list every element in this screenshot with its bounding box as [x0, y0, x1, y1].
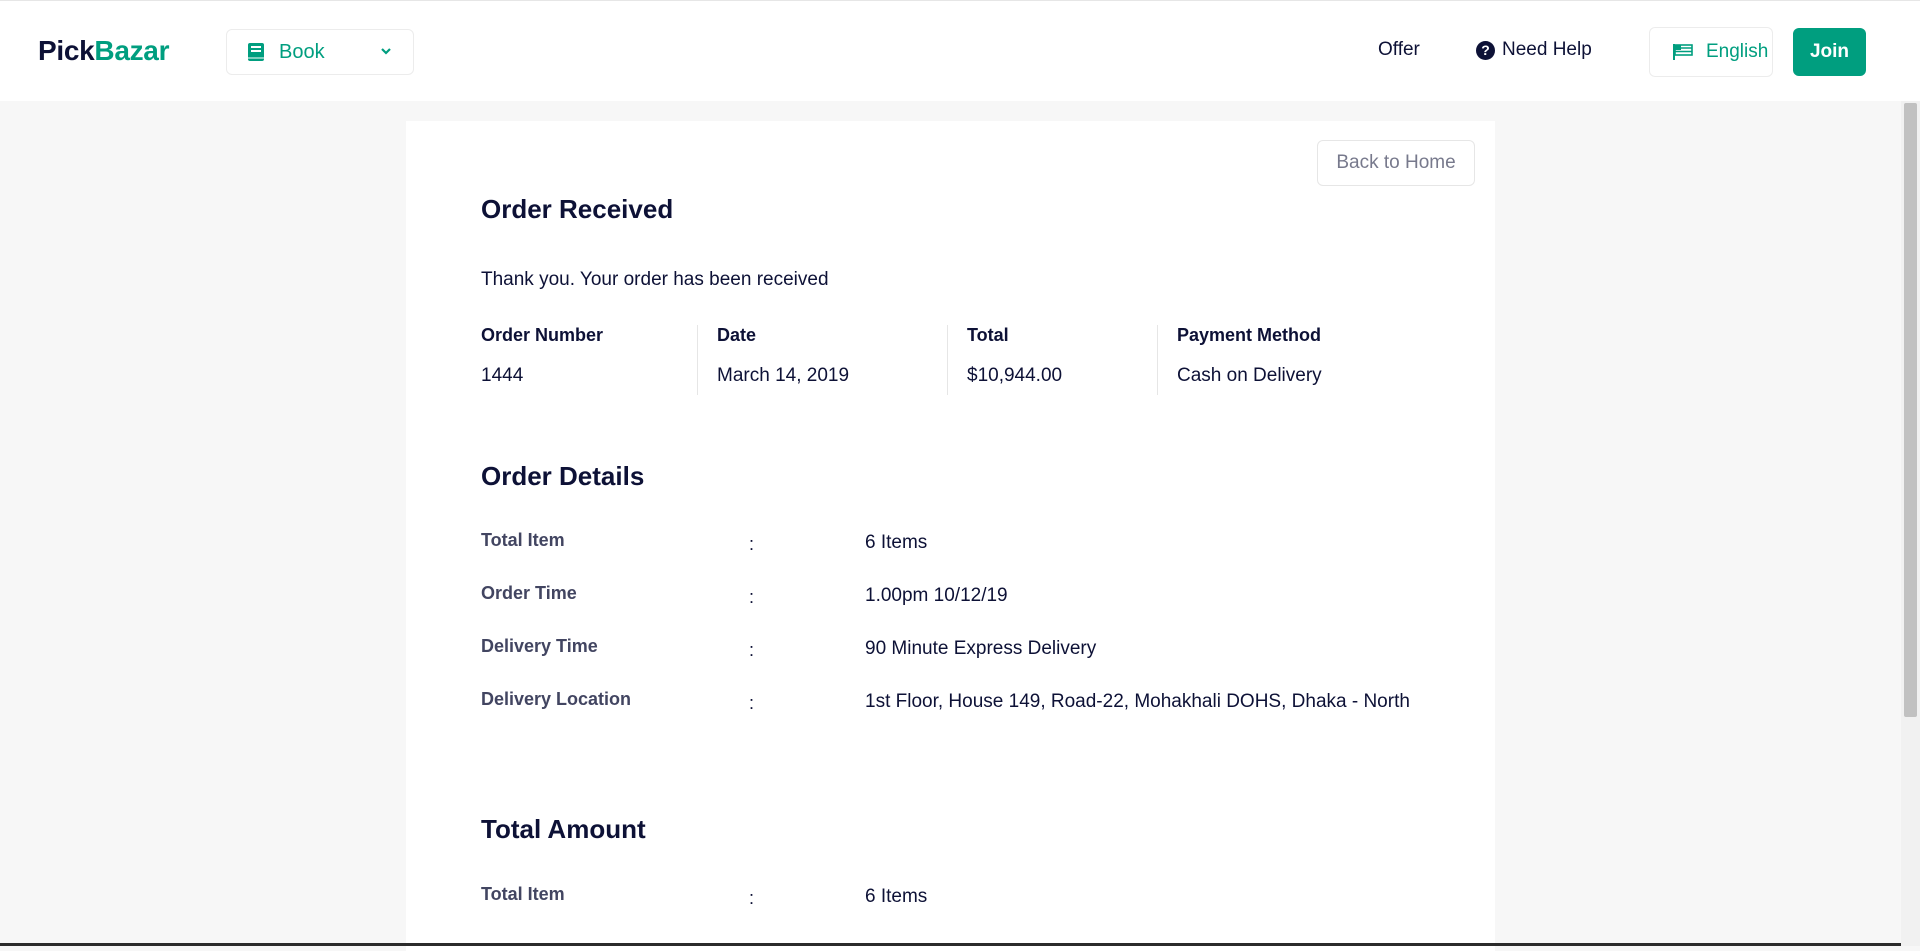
nav-offer-link[interactable]: Offer — [1378, 39, 1420, 61]
order-number-value: 1444 — [481, 365, 523, 387]
thank-you-message: Thank you. Your order has been received — [481, 269, 829, 291]
total-separator: : — [749, 888, 754, 909]
back-to-home-button[interactable]: Back to Home — [1317, 140, 1475, 186]
total-value: 6 Items — [865, 886, 927, 908]
detail-row-total-item: Total Item : 6 Items — [481, 530, 1441, 556]
logo-part-pick: Pick — [38, 35, 94, 66]
detail-row-delivery-time: Delivery Time : 90 Minute Express Delive… — [481, 636, 1441, 662]
order-date-block: Date March 14, 2019 — [697, 325, 947, 395]
detail-value: 90 Minute Express Delivery — [865, 638, 1096, 660]
detail-label: Delivery Time — [481, 636, 598, 657]
shop-type-label: Book — [279, 41, 325, 64]
detail-value: 6 Items — [865, 532, 927, 554]
chevron-down-icon — [379, 44, 393, 58]
detail-separator: : — [749, 640, 754, 661]
order-details-title: Order Details — [481, 461, 644, 492]
order-date-value: March 14, 2019 — [717, 365, 849, 387]
order-total-block: Total $10,944.00 — [947, 325, 1157, 395]
detail-separator: : — [749, 534, 754, 555]
detail-label: Order Time — [481, 583, 577, 604]
detail-label: Total Item — [481, 530, 565, 551]
order-received-card: Back to Home Order Received Thank you. Y… — [406, 121, 1495, 951]
nav-help-label: Need Help — [1502, 39, 1592, 61]
order-info-row: Order Number 1444 Date March 14, 2019 To… — [481, 325, 1441, 395]
language-switcher[interactable]: English — [1649, 27, 1773, 77]
nav-help-link[interactable]: ? Need Help — [1476, 39, 1592, 61]
payment-method-value: Cash on Delivery — [1177, 365, 1322, 387]
top-header: PickBazar Book Offer ? Need Help English… — [0, 0, 1920, 101]
order-received-title: Order Received — [481, 194, 673, 225]
total-amount-title: Total Amount — [481, 814, 646, 845]
order-total-label: Total — [967, 325, 1009, 346]
flag-icon — [1672, 43, 1694, 61]
detail-value: 1.00pm 10/12/19 — [865, 585, 1008, 607]
detail-value: 1st Floor, House 149, Road-22, Mohakhali… — [865, 691, 1410, 713]
page-scrollbar[interactable] — [1901, 101, 1920, 946]
payment-method-label: Payment Method — [1177, 325, 1321, 346]
book-icon — [247, 42, 265, 62]
total-row-total-item: Total Item : 6 Items — [481, 884, 1441, 910]
order-date-label: Date — [717, 325, 756, 346]
detail-label: Delivery Location — [481, 689, 631, 710]
order-number-block: Order Number 1444 — [481, 325, 697, 395]
scrollbar-thumb[interactable] — [1904, 103, 1917, 717]
join-button[interactable]: Join — [1793, 28, 1866, 76]
detail-row-delivery-location: Delivery Location : 1st Floor, House 149… — [481, 689, 1441, 715]
detail-separator: : — [749, 587, 754, 608]
shop-type-dropdown[interactable]: Book — [226, 29, 414, 75]
payment-method-block: Payment Method Cash on Delivery — [1157, 325, 1437, 395]
detail-row-order-time: Order Time : 1.00pm 10/12/19 — [481, 583, 1441, 609]
question-circle-icon: ? — [1476, 41, 1495, 60]
order-number-label: Order Number — [481, 325, 603, 346]
language-label: English — [1706, 41, 1768, 63]
detail-separator: : — [749, 693, 754, 714]
logo[interactable]: PickBazar — [38, 35, 169, 67]
total-label: Total Item — [481, 884, 565, 905]
logo-part-bazar: Bazar — [94, 35, 169, 66]
order-total-value: $10,944.00 — [967, 365, 1062, 387]
